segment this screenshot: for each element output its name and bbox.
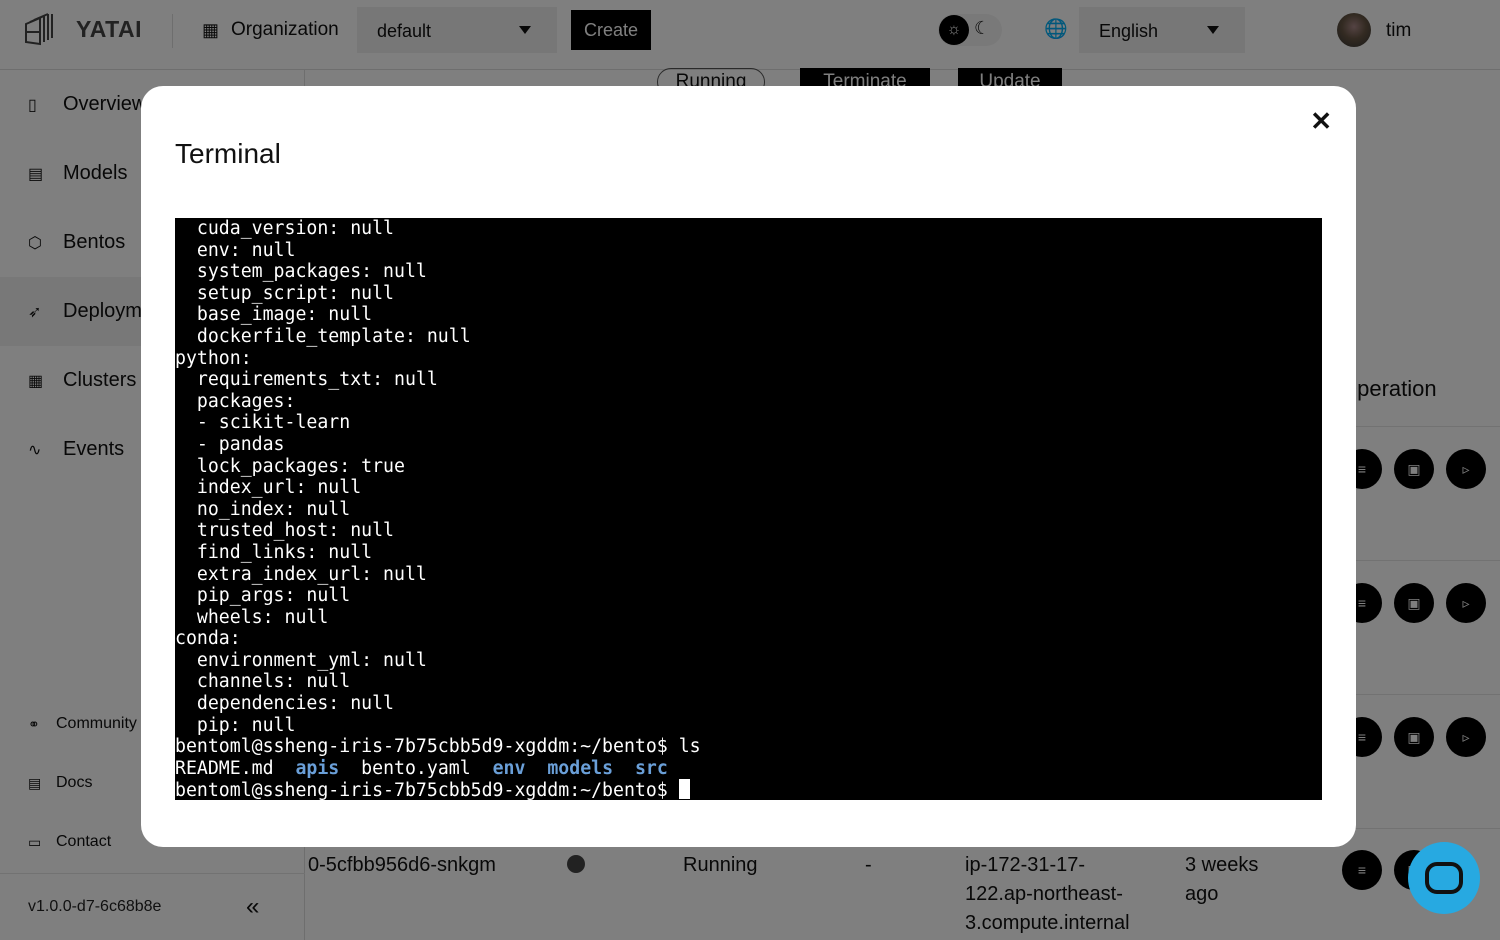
terminal-line: python: bbox=[175, 347, 252, 369]
terminal-line: channels: null bbox=[175, 671, 351, 693]
terminal-line: env: null bbox=[175, 239, 296, 261]
terminal-cursor bbox=[678, 779, 690, 800]
terminal-line: dockerfile_template: null bbox=[175, 325, 471, 347]
close-icon[interactable]: ✕ bbox=[1310, 106, 1332, 137]
terminal-prompt: bentoml@ssheng-iris-7b75cbb5d9-xgddm:~/b… bbox=[175, 780, 679, 800]
ls-entry: src bbox=[634, 757, 668, 779]
ls-entry bbox=[613, 758, 635, 779]
ls-entry: README.md bbox=[175, 757, 296, 779]
modal-title: Terminal bbox=[175, 138, 281, 169]
chat-bubble-icon bbox=[1425, 862, 1463, 894]
terminal-line: index_url: null bbox=[175, 477, 362, 499]
ls-entry: models bbox=[547, 757, 614, 779]
terminal-prompt-line[interactable]: bentoml@ssheng-iris-7b75cbb5d9-xgddm:~/b… bbox=[175, 779, 1322, 800]
terminal-line: conda: bbox=[175, 628, 241, 650]
terminal-line: extra_index_url: null bbox=[175, 563, 427, 585]
terminal-line: requirements_txt: null bbox=[175, 369, 438, 391]
terminal-modal: Terminal ✕ cuda_version: null env: null … bbox=[141, 86, 1356, 847]
terminal-line-ls-output: README.md apis bento.yaml env models src bbox=[175, 758, 1322, 780]
terminal-line: cuda_version: null bbox=[175, 218, 394, 239]
ls-entry: apis bbox=[295, 757, 340, 779]
terminal-output[interactable]: cuda_version: null env: null system_pack… bbox=[175, 218, 1322, 800]
ls-entry: bento.yaml bbox=[339, 757, 493, 779]
terminal-line: wheels: null bbox=[175, 606, 329, 628]
terminal-line: bentoml@ssheng-iris-7b75cbb5d9-xgddm:~/b… bbox=[175, 736, 701, 758]
terminal-line: pip: null bbox=[175, 714, 296, 736]
terminal-line: dependencies: null bbox=[175, 693, 394, 715]
terminal-line: lock_packages: true bbox=[175, 455, 405, 477]
ls-entry bbox=[525, 758, 547, 779]
terminal-line: base_image: null bbox=[175, 304, 373, 326]
terminal-line: pip_args: null bbox=[175, 585, 351, 607]
terminal-line: - scikit-learn bbox=[175, 412, 351, 434]
terminal-line: - pandas bbox=[175, 433, 285, 455]
terminal-line: packages: bbox=[175, 390, 296, 412]
terminal-line: trusted_host: null bbox=[175, 520, 394, 542]
terminal-line: no_index: null bbox=[175, 498, 351, 520]
terminal-line: system_packages: null bbox=[175, 261, 427, 283]
terminal-line: environment_yml: null bbox=[175, 649, 427, 671]
ls-entry: env bbox=[492, 757, 526, 779]
terminal-line: find_links: null bbox=[175, 541, 373, 563]
terminal-line: setup_script: null bbox=[175, 282, 394, 304]
support-chat-button[interactable] bbox=[1408, 842, 1480, 914]
